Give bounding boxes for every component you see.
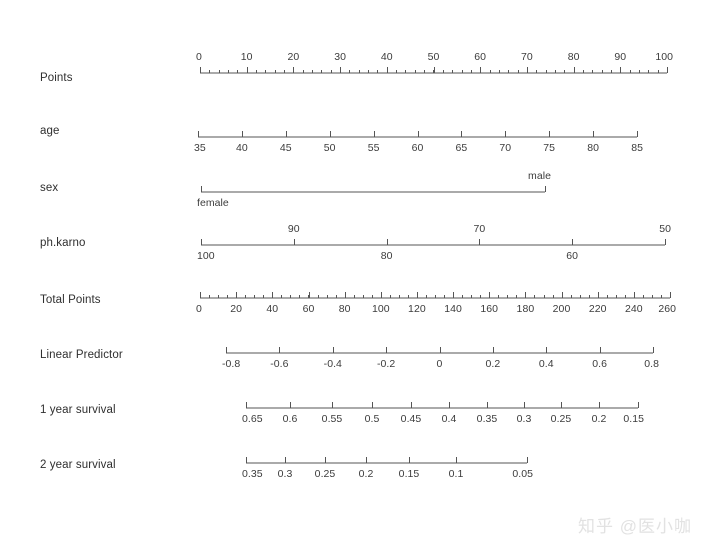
tick-label-age-85: 85 — [631, 142, 643, 154]
row-label-age: age — [40, 125, 60, 137]
tick-label-total-points-220: 220 — [588, 303, 607, 315]
tick-label-age-45: 45 — [279, 142, 292, 154]
tick-label-points-90: 90 — [614, 51, 627, 63]
axis-ph-karno — [201, 239, 666, 246]
tick-label-two-year-survival-0_15: 0.15 — [398, 468, 420, 480]
tick-label-points-50: 50 — [427, 51, 440, 63]
tick-label-age-40: 40 — [236, 142, 248, 154]
tick-label-sex-female: female — [197, 197, 229, 209]
tick-label-one-year-survival-0_35: 0.35 — [476, 413, 498, 425]
axis-total-points — [200, 292, 671, 299]
tick-label-one-year-survival-0_15: 0.15 — [623, 413, 644, 425]
tick-label-one-year-survival-0_2: 0.2 — [591, 413, 607, 425]
tick-label-total-points-120: 120 — [408, 303, 426, 315]
tick-label-linear-predictor--0_6: -0.6 — [270, 358, 289, 370]
tick-label-points-10: 10 — [240, 51, 253, 63]
tick-label-age-35: 35 — [194, 142, 206, 154]
tick-label-total-points-200: 200 — [552, 303, 571, 315]
tick-label-points-20: 20 — [287, 51, 300, 63]
tick-label-ph-karno-60: 60 — [566, 250, 579, 262]
tick-label-one-year-survival-0_5: 0.5 — [364, 413, 380, 425]
axis-points — [200, 67, 668, 74]
tick-label-age-75: 75 — [543, 142, 556, 154]
tick-label-ph-karno-100: 100 — [197, 250, 215, 262]
tick-label-total-points-260: 260 — [658, 303, 676, 315]
tick-label-points-60: 60 — [474, 51, 487, 63]
tick-label-points-70: 70 — [521, 51, 533, 63]
tick-label-one-year-survival-0_55: 0.55 — [321, 413, 343, 425]
tick-label-one-year-survival-0_3: 0.3 — [516, 413, 532, 425]
tick-label-linear-predictor--0_4: -0.4 — [323, 358, 342, 370]
tick-label-linear-predictor-0_6: 0.6 — [592, 358, 607, 370]
tick-label-age-70: 70 — [499, 142, 512, 154]
tick-label-ph-karno-70: 70 — [473, 223, 486, 235]
tick-label-linear-predictor--0_8: -0.8 — [222, 358, 241, 370]
tick-label-total-points-0: 0 — [196, 303, 202, 315]
tick-label-points-100: 100 — [655, 51, 673, 63]
axis-age — [198, 131, 638, 138]
tick-label-age-65: 65 — [455, 142, 468, 154]
row-label-linear-predictor: Linear Predictor — [40, 349, 123, 361]
tick-label-age-55: 55 — [367, 142, 380, 154]
tick-label-total-points-140: 140 — [444, 303, 462, 315]
tick-label-points-30: 30 — [334, 51, 346, 63]
tick-label-age-80: 80 — [587, 142, 599, 154]
tick-label-total-points-20: 20 — [230, 303, 243, 315]
row-label-points: Points — [40, 72, 73, 84]
tick-label-total-points-160: 160 — [480, 303, 499, 315]
tick-label-one-year-survival-0_6: 0.6 — [282, 413, 298, 425]
tick-label-ph-karno-90: 90 — [287, 223, 300, 235]
row-label-sex: sex — [40, 182, 59, 194]
axis-one-year-survival — [246, 402, 639, 409]
tick-label-linear-predictor-0_4: 0.4 — [538, 358, 554, 370]
tick-label-total-points-240: 240 — [624, 303, 643, 315]
tick-label-two-year-survival-0_2: 0.2 — [358, 468, 374, 480]
tick-label-linear-predictor-0_2: 0.2 — [485, 358, 501, 370]
row-label-one-year-survival: 1 year survival — [40, 404, 116, 416]
axis-sex — [201, 186, 546, 193]
tick-label-one-year-survival-0_45: 0.45 — [400, 413, 422, 425]
row-label-two-year-survival: 2 year survival — [40, 459, 116, 471]
tick-label-ph-karno-80: 80 — [380, 250, 393, 262]
tick-label-points-80: 80 — [567, 51, 580, 63]
row-label-ph-karno: ph.karno — [40, 237, 86, 249]
tick-label-linear-predictor-0_8: 0.8 — [644, 358, 659, 370]
nomogram-figure: Points age sex ph.karno Total Points Lin… — [0, 0, 720, 560]
tick-label-one-year-survival-0_4: 0.4 — [441, 413, 457, 425]
tick-label-one-year-survival-0_65: 0.65 — [242, 413, 263, 425]
axis-two-year-survival — [246, 457, 528, 464]
tick-label-total-points-100: 100 — [371, 303, 390, 315]
axis-linear-predictor — [226, 347, 654, 354]
tick-label-total-points-60: 60 — [302, 303, 315, 315]
tick-label-age-60: 60 — [411, 142, 424, 154]
tick-label-two-year-survival-0_05: 0.05 — [512, 468, 533, 480]
tick-label-total-points-80: 80 — [338, 303, 351, 315]
tick-label-points-0: 0 — [196, 51, 202, 63]
tick-label-ph-karno-50: 50 — [659, 223, 671, 235]
tick-label-sex-male: male — [528, 170, 551, 182]
tick-label-linear-predictor-0: 0 — [436, 358, 443, 370]
tick-label-points-40: 40 — [380, 51, 393, 63]
tick-label-total-points-40: 40 — [266, 303, 279, 315]
tick-label-total-points-180: 180 — [516, 303, 535, 315]
watermark: 知乎 @医小咖 — [578, 517, 692, 536]
tick-label-linear-predictor--0_2: -0.2 — [376, 358, 396, 370]
tick-label-two-year-survival-0_3: 0.3 — [277, 468, 293, 480]
tick-label-two-year-survival-0_35: 0.35 — [242, 468, 263, 480]
row-label-total-points: Total Points — [40, 294, 101, 306]
tick-label-two-year-survival-0_25: 0.25 — [314, 468, 336, 480]
tick-label-one-year-survival-0_25: 0.25 — [550, 413, 572, 425]
tick-label-age-50: 50 — [323, 142, 336, 154]
tick-label-two-year-survival-0_1: 0.1 — [448, 468, 464, 480]
